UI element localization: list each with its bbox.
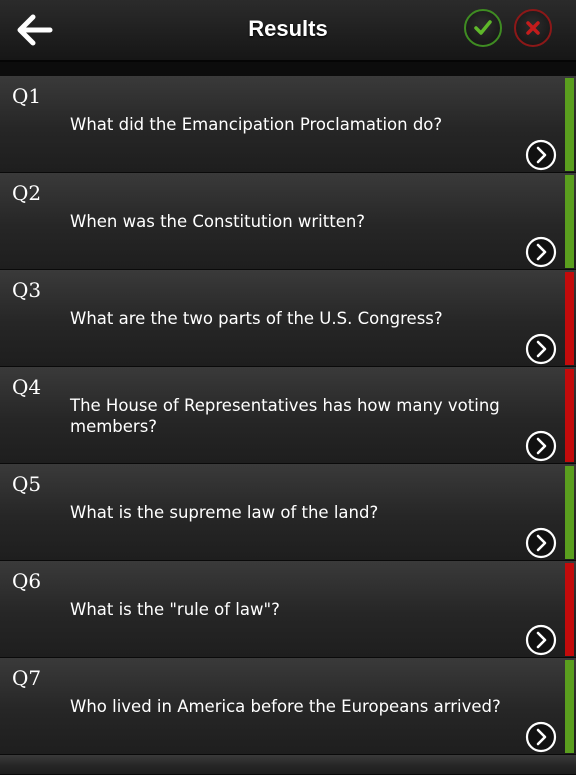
question-number: Q7: [12, 666, 42, 690]
question-text: Who lived in America before the European…: [70, 697, 501, 716]
question-row-4[interactable]: Q4 The House of Representatives has how …: [0, 367, 576, 464]
question-row-7[interactable]: Q7 Who lived in America before the Europ…: [0, 658, 576, 755]
chevron-right-icon[interactable]: [525, 139, 557, 171]
chevron-right-icon[interactable]: [525, 430, 557, 462]
question-row-6[interactable]: Q6 What is the "rule of law"?: [0, 561, 576, 658]
question-number: Q2: [12, 181, 42, 205]
question-row-1[interactable]: Q1 What did the Emancipation Proclamatio…: [0, 76, 576, 173]
chevron-right-icon[interactable]: [525, 527, 557, 559]
question-number: Q4: [12, 375, 42, 399]
show-wrong-button[interactable]: [514, 9, 552, 47]
result-indicator: [565, 466, 574, 559]
result-indicator: [565, 78, 574, 171]
result-indicator: [565, 563, 574, 656]
chevron-right-icon[interactable]: [525, 624, 557, 656]
question-row-2[interactable]: Q2 When was the Constitution written?: [0, 173, 576, 270]
chevron-right-icon[interactable]: [525, 333, 557, 365]
question-row-5[interactable]: Q5 What is the supreme law of the land?: [0, 464, 576, 561]
question-row-3[interactable]: Q3 What are the two parts of the U.S. Co…: [0, 270, 576, 367]
header-bar: Results: [0, 0, 576, 62]
checkmark-icon: [474, 20, 492, 35]
results-list: Q1 What did the Emancipation Proclamatio…: [0, 76, 576, 775]
chevron-right-icon[interactable]: [525, 236, 557, 268]
question-number: Q3: [12, 278, 42, 302]
question-text: What did the Emancipation Proclamation d…: [70, 115, 443, 134]
question-text: What is the supreme law of the land?: [70, 503, 379, 522]
result-indicator: [565, 175, 574, 268]
question-text: What are the two parts of the U.S. Congr…: [70, 309, 443, 328]
question-row-partial: [0, 755, 576, 775]
question-text: The House of Representatives has how man…: [70, 396, 500, 436]
show-correct-button[interactable]: [464, 9, 502, 47]
header-divider: [0, 62, 576, 76]
question-number: Q5: [12, 472, 42, 496]
x-icon: [526, 21, 540, 35]
result-indicator: [565, 660, 574, 753]
question-text: When was the Constitution written?: [70, 212, 366, 231]
question-text: What is the "rule of law"?: [70, 600, 280, 619]
question-number: Q1: [12, 84, 42, 108]
question-number: Q6: [12, 569, 42, 593]
result-indicator: [565, 272, 574, 365]
result-indicator: [565, 369, 574, 462]
chevron-right-icon[interactable]: [525, 721, 557, 753]
